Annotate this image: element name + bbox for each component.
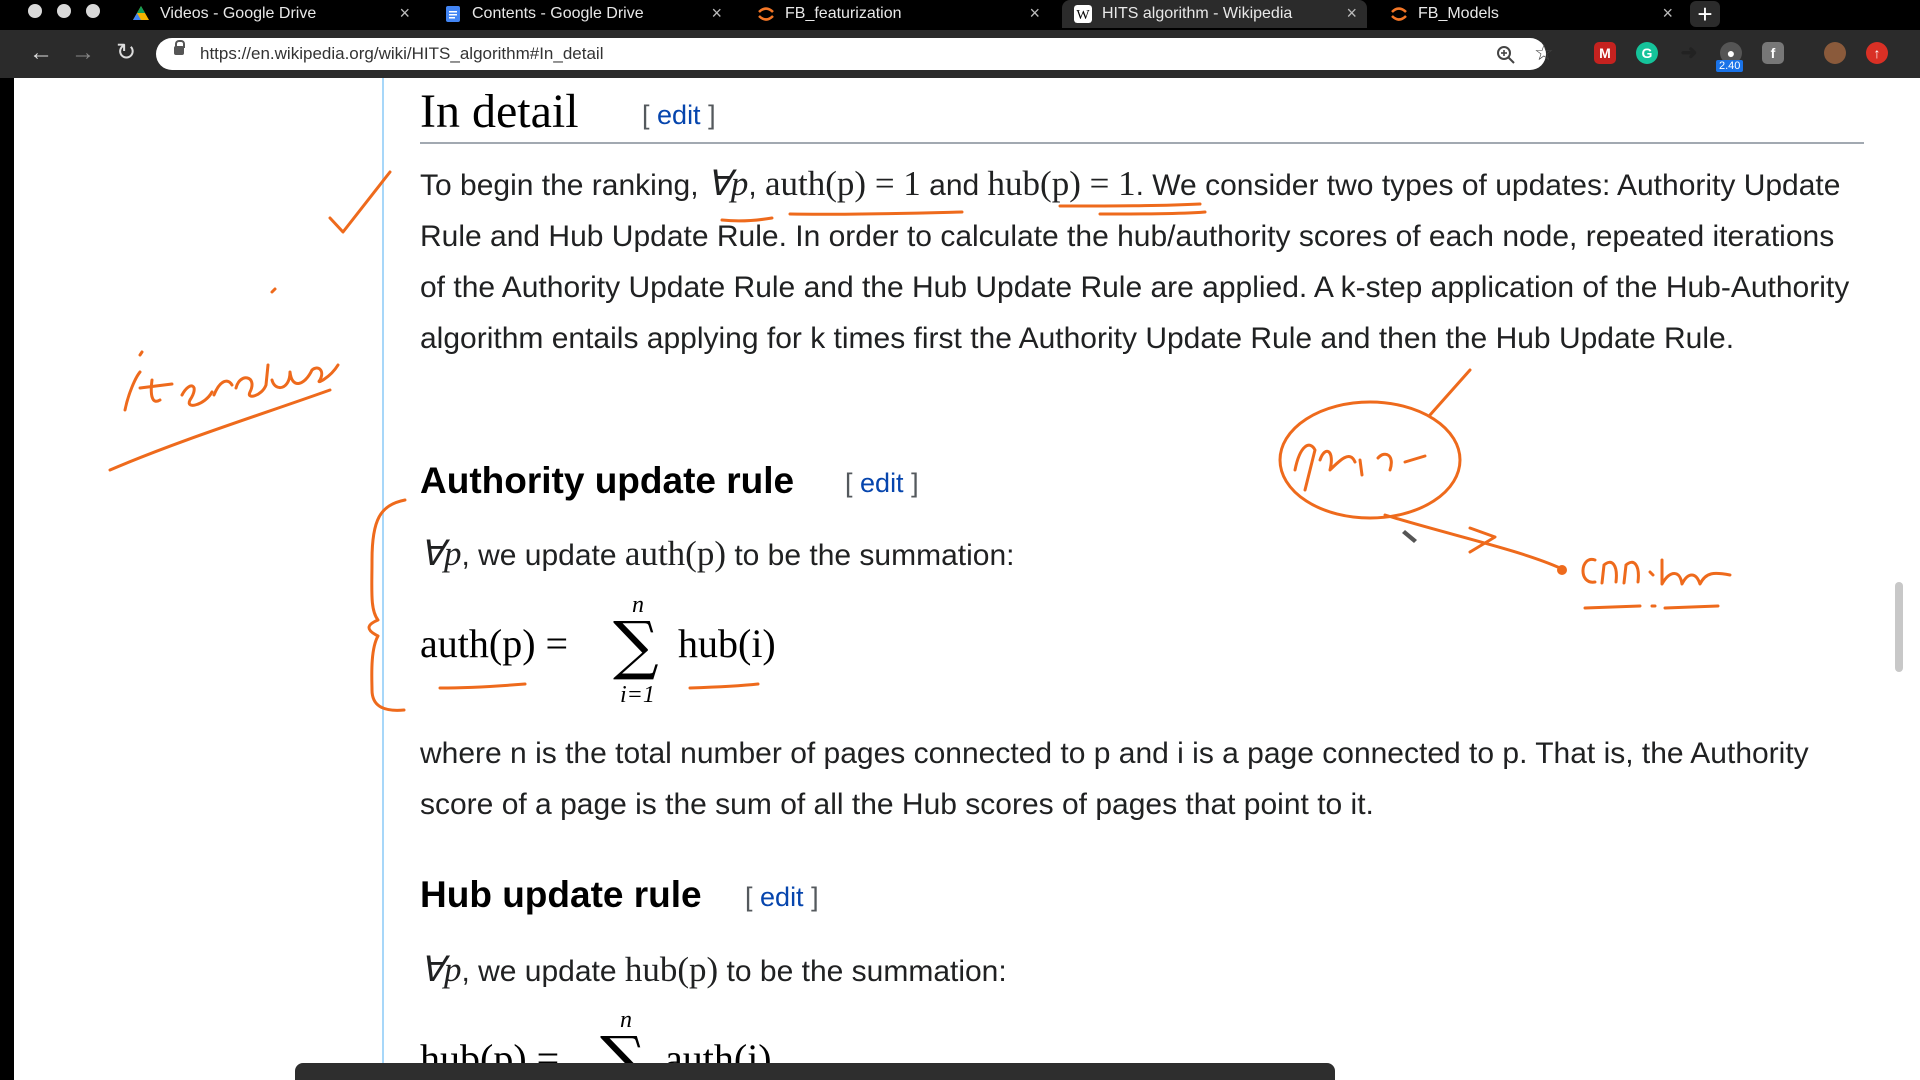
tab-close-icon[interactable]: × (1029, 3, 1040, 24)
tab-title: FB_Models (1418, 5, 1499, 22)
tab-title: FB_featurization (785, 5, 902, 22)
authority-formula: auth(p) = n ∑ i=1 hub(i) (420, 592, 820, 708)
tab-close-icon[interactable]: × (1346, 3, 1357, 24)
address-bar[interactable]: https://en.wikipedia.org/wiki/HITS_algor… (156, 38, 1554, 70)
jupyter-icon (1391, 7, 1407, 21)
extension-badge: 2.40 (1716, 60, 1744, 72)
formula-lhs: auth(p) = (420, 621, 569, 666)
screen-recorder-toolbar (295, 1063, 1335, 1080)
window-close-icon[interactable] (28, 4, 42, 18)
authority-explanation: where n is the total number of pages con… (420, 737, 1809, 821)
content-left-border (382, 78, 384, 1080)
google-docs-icon (446, 6, 460, 22)
tab-title: Videos - Google Drive (160, 5, 317, 22)
section-heading-in-detail: In detail (420, 85, 579, 138)
tab-hits-algorithm-wikipedia[interactable]: W HITS algorithm - Wikipedia × (1062, 0, 1367, 28)
formula-lower-limit: i=1 (620, 682, 655, 708)
lock-icon (174, 40, 185, 55)
google-drive-icon (133, 6, 149, 20)
authority-sentence: ∀p, we update auth(p) to be the summatio… (420, 534, 1015, 573)
hub-sentence: ∀p, we update hub(p) to be the summation… (420, 950, 1007, 989)
forward-button[interactable]: → (68, 38, 98, 68)
scrollbar-track[interactable] (1890, 78, 1920, 1080)
edit-link-in-detail[interactable]: [ edit ] (642, 100, 716, 131)
back-button[interactable]: ← (26, 38, 56, 68)
tab-videos-google-drive[interactable]: Videos - Google Drive × (120, 0, 420, 28)
svg-text:W: W (1076, 8, 1090, 23)
sigma-symbol: ∑ (613, 609, 659, 683)
scrollbar-thumb[interactable] (1895, 582, 1903, 672)
heading-divider (420, 142, 1864, 144)
section-heading-authority: Authority update rule (420, 460, 795, 501)
browser-toolbar: ← → ↻ https://en.wikipedia.org/wiki/HITS… (0, 30, 1920, 78)
window-maximize-icon[interactable] (86, 4, 100, 18)
section-heading-hub: Hub update rule (420, 874, 702, 915)
tab-fb-featurization[interactable]: FB_featurization × (745, 0, 1050, 28)
tab-close-icon[interactable]: × (1662, 3, 1673, 24)
zoom-icon[interactable] (1496, 45, 1516, 65)
grammarly-extension-icon[interactable]: G (1636, 42, 1658, 64)
tab-contents-google-drive[interactable]: Contents - Google Drive × (432, 0, 732, 28)
tab-close-icon[interactable]: × (711, 3, 722, 24)
edit-link-authority[interactable]: [ edit ] (845, 468, 919, 499)
gmail-extension-icon[interactable]: M (1594, 42, 1616, 64)
edit-link-hub[interactable]: [ edit ] (745, 882, 819, 913)
tab-fb-models[interactable]: FB_Models × (1378, 0, 1683, 28)
jupyter-icon (758, 7, 774, 21)
arrow-extension-icon[interactable]: ➜ (1678, 42, 1700, 64)
tab-title: Contents - Google Drive (472, 5, 644, 22)
update-icon[interactable]: ↑ (1866, 42, 1888, 64)
facebook-extension-icon[interactable]: f (1762, 42, 1784, 64)
web-page: In detail [ edit ] To begin the ranking,… (14, 78, 1890, 1080)
tab-strip: Videos - Google Drive × Contents - Googl… (0, 0, 1920, 30)
tab-close-icon[interactable]: × (399, 3, 410, 24)
wikipedia-icon: W (1074, 5, 1092, 23)
intro-paragraph: To begin the ranking, ∀p, auth(p) = 1 an… (420, 164, 1850, 355)
window-minimize-icon[interactable] (57, 4, 71, 18)
reload-button[interactable]: ↻ (111, 38, 141, 68)
url-text[interactable]: https://en.wikipedia.org/wiki/HITS_algor… (200, 44, 603, 64)
new-tab-button[interactable]: + (1690, 1, 1720, 27)
formula-rhs: hub(i) (678, 621, 776, 666)
bookmark-star-icon[interactable]: ☆ (1534, 40, 1554, 66)
avatar[interactable] (1824, 42, 1846, 64)
tab-title: HITS algorithm - Wikipedia (1102, 5, 1293, 22)
